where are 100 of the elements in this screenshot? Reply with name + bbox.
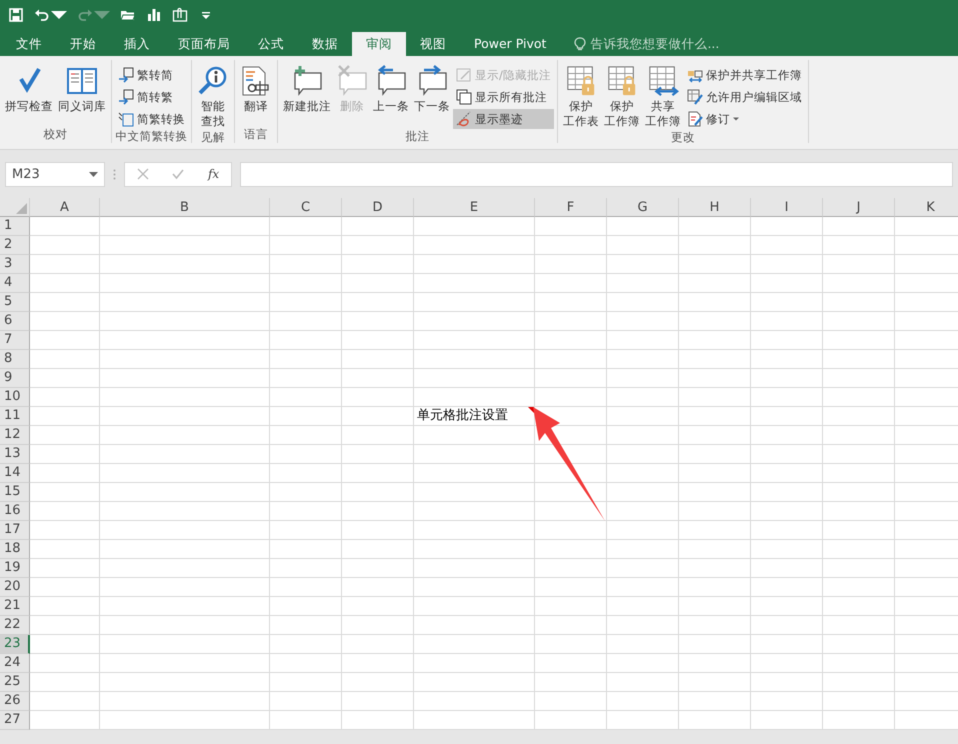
tell-me-field[interactable]: 告诉我您想要做什么... xyxy=(574,32,720,56)
row-header[interactable]: 9 xyxy=(0,369,30,388)
row-header[interactable]: 2 xyxy=(0,236,30,255)
ribbon-button[interactable]: 保护并共享工作簿 xyxy=(684,65,805,85)
name-box[interactable]: M23 xyxy=(5,162,105,186)
column-header[interactable]: K xyxy=(895,198,958,217)
table-cell xyxy=(270,407,342,426)
row-header[interactable]: 13 xyxy=(0,445,30,464)
group-label: 语言 xyxy=(243,127,269,143)
table-cell xyxy=(30,654,100,673)
toolbar-button[interactable] xyxy=(34,7,67,23)
row-header[interactable]: 25 xyxy=(0,673,30,692)
ribbon-button[interactable]: 下一条 xyxy=(412,64,452,129)
table-cell xyxy=(30,293,100,312)
row-header[interactable]: 16 xyxy=(0,502,30,521)
table-cell xyxy=(342,426,414,445)
formula-input[interactable] xyxy=(240,162,953,186)
table-cell xyxy=(30,483,100,502)
column-header[interactable]: D xyxy=(342,198,414,217)
row-header[interactable]: 7 xyxy=(0,331,30,350)
ribbon-tab[interactable]: 视图 xyxy=(406,32,460,56)
row-header[interactable]: 17 xyxy=(0,521,30,540)
ribbon-tab[interactable]: 公式 xyxy=(244,32,298,56)
row-header[interactable]: 12 xyxy=(0,426,30,445)
ribbon-button[interactable]: 保护 工作表 xyxy=(560,64,601,130)
insert-function-button[interactable]: fx xyxy=(208,167,220,181)
table-cell xyxy=(535,559,607,578)
enter-check-icon[interactable] xyxy=(172,168,184,180)
ribbon-button[interactable]: 拼写检查 xyxy=(3,64,55,127)
ribbon-tab[interactable]: 页面布局 xyxy=(164,32,244,56)
ribbon-button[interactable]: 保护 工作簿 xyxy=(602,64,642,130)
row-header[interactable]: 5 xyxy=(0,293,30,312)
table-cell xyxy=(535,350,607,369)
table-cell xyxy=(751,274,823,293)
table-cell xyxy=(679,407,751,426)
table-cell xyxy=(751,331,823,350)
ribbon-tab[interactable]: 开始 xyxy=(56,32,110,56)
table-cell xyxy=(823,426,895,445)
row-header[interactable]: 10 xyxy=(0,388,30,407)
table-cell xyxy=(679,236,751,255)
ribbon-button[interactable]: 上一条 xyxy=(371,64,411,129)
table-cell xyxy=(751,597,823,616)
column-header[interactable]: H xyxy=(679,198,751,217)
row-header[interactable]: 11 xyxy=(0,407,30,426)
column-header[interactable]: A xyxy=(30,198,100,217)
table-cell xyxy=(751,673,823,692)
column-header[interactable]: J xyxy=(823,198,895,217)
column-header[interactable]: F xyxy=(535,198,607,217)
row-header[interactable]: 3 xyxy=(0,255,30,274)
table-cell xyxy=(270,293,342,312)
ribbon-button[interactable]: 简转繁 xyxy=(115,87,188,107)
ribbon-button[interactable]: 共享 工作簿 xyxy=(642,64,683,130)
table-cell xyxy=(679,616,751,635)
table-cell xyxy=(270,673,342,692)
row-header[interactable]: 20 xyxy=(0,578,30,597)
ribbon-button[interactable]: 智能 查找 xyxy=(195,64,231,130)
row-header[interactable]: 18 xyxy=(0,540,30,559)
column-header[interactable]: G xyxy=(607,198,679,217)
table-cell xyxy=(823,578,895,597)
row-header[interactable]: 1 xyxy=(0,217,30,236)
ribbon-tab[interactable]: Power Pivot xyxy=(460,32,560,56)
row-header[interactable]: 22 xyxy=(0,616,30,635)
row-header[interactable]: 4 xyxy=(0,274,30,293)
ribbon-button[interactable]: 新建批注 xyxy=(281,64,333,129)
column-header[interactable]: E xyxy=(414,198,535,217)
toolbar-button[interactable] xyxy=(146,7,162,23)
row-header[interactable]: 21 xyxy=(0,597,30,616)
ribbon-button[interactable]: 显示所有批注 xyxy=(453,87,554,107)
row-header[interactable]: 14 xyxy=(0,464,30,483)
ribbon-tab[interactable]: 文件 xyxy=(2,32,56,56)
ribbon-button[interactable]: 修订 xyxy=(684,109,805,129)
row-header[interactable]: 8 xyxy=(0,350,30,369)
table-cell xyxy=(270,521,342,540)
table-cell xyxy=(535,521,607,540)
ribbon-button[interactable]: 显示墨迹 xyxy=(453,109,554,129)
table-cell xyxy=(342,540,414,559)
row-header[interactable]: 27 xyxy=(0,711,30,730)
ribbon-button[interactable]: 翻译 xyxy=(238,64,274,127)
row-header[interactable]: 6 xyxy=(0,312,30,331)
row-header[interactable]: 24 xyxy=(0,654,30,673)
ribbon-tab[interactable]: 插入 xyxy=(110,32,164,56)
table-cell xyxy=(751,464,823,483)
ribbon-tab[interactable]: 审阅 xyxy=(352,32,406,56)
row-header[interactable]: 26 xyxy=(0,692,30,711)
ribbon-button[interactable]: 允许用户编辑区域 xyxy=(684,87,805,107)
column-header[interactable]: I xyxy=(751,198,823,217)
ribbon-button[interactable]: 简繁转换 xyxy=(115,109,188,129)
row-header[interactable]: 23 xyxy=(0,635,30,654)
ribbon-tab[interactable]: 数据 xyxy=(298,32,352,56)
ribbon-button[interactable]: 同义词库 xyxy=(56,64,108,127)
row-header[interactable]: 15 xyxy=(0,483,30,502)
ribbon-button[interactable]: 繁转简 xyxy=(115,65,188,85)
table-cell xyxy=(270,236,342,255)
column-header[interactable]: B xyxy=(100,198,270,217)
toolbar-button[interactable] xyxy=(8,7,24,23)
column-header[interactable]: C xyxy=(270,198,342,217)
workbook-lock-icon xyxy=(606,65,638,97)
table-cell xyxy=(30,331,100,350)
row-header[interactable]: 19 xyxy=(0,559,30,578)
table-cell xyxy=(342,673,414,692)
